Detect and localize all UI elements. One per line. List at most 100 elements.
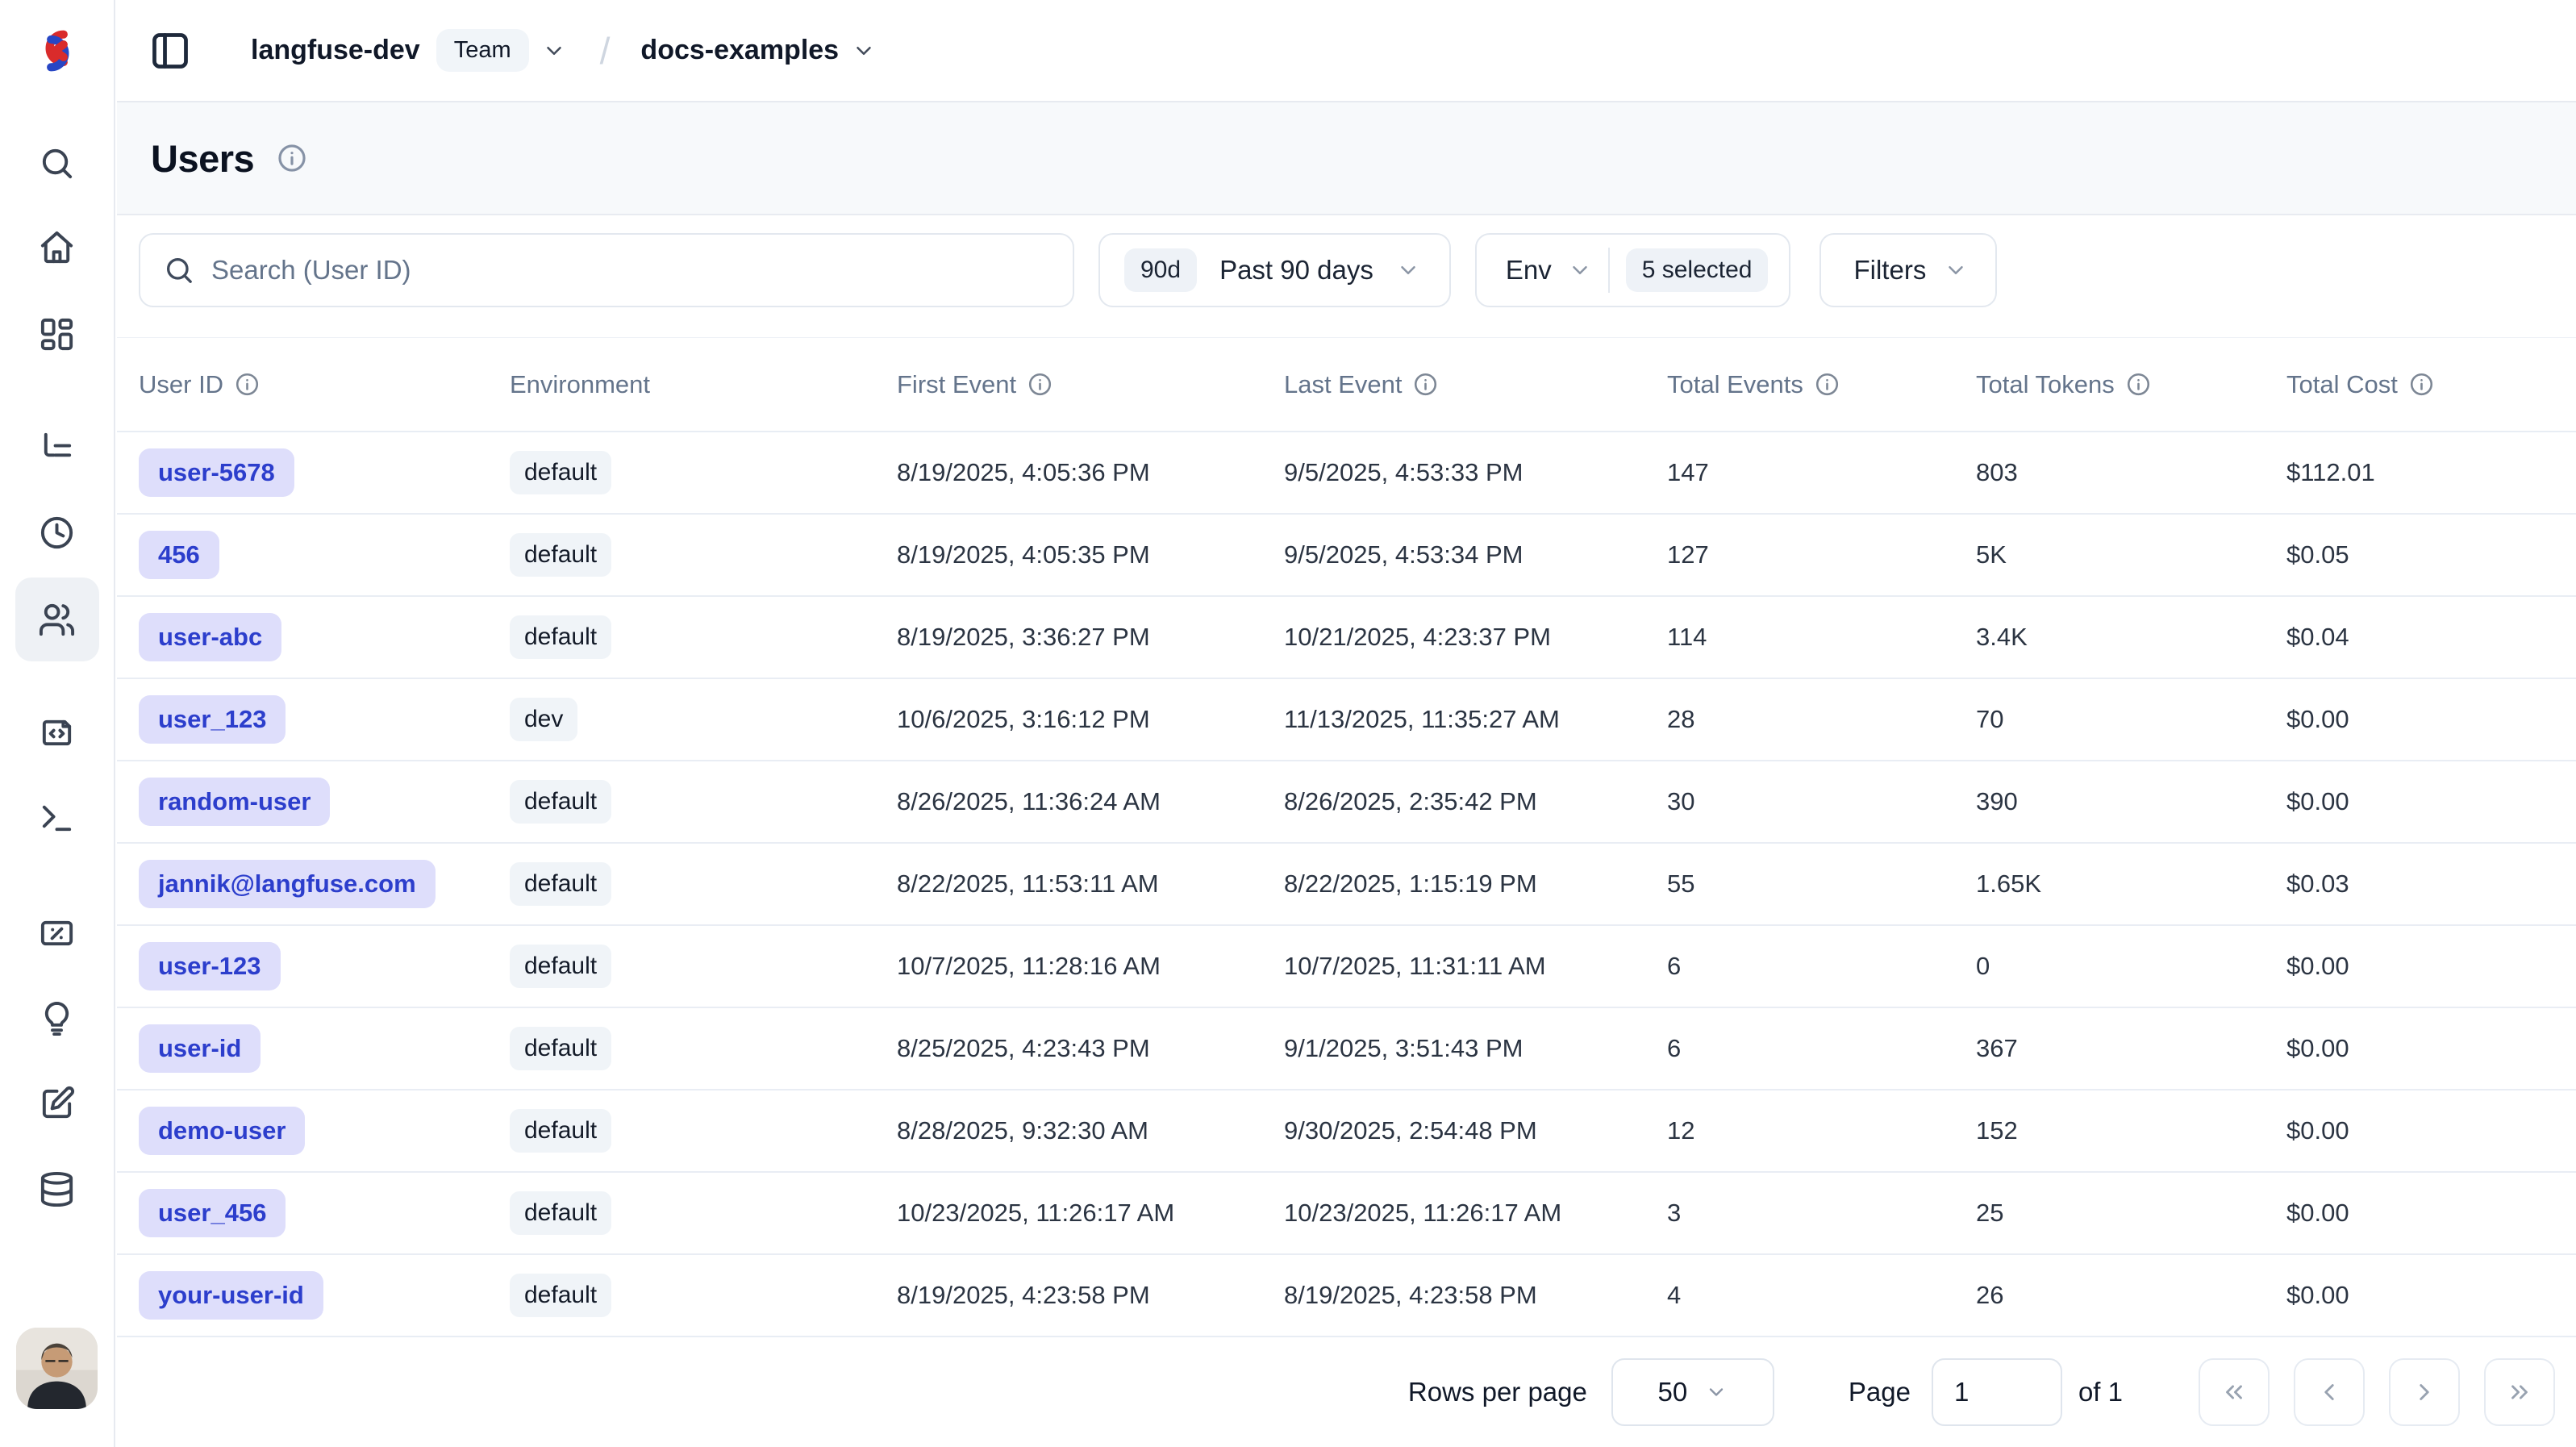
chevron-right-icon	[2411, 1378, 2438, 1406]
user-id-badge[interactable]: user_123	[139, 695, 286, 744]
rows-per-page-select[interactable]: 50	[1611, 1358, 1774, 1426]
user-id-badge[interactable]: your-user-id	[139, 1271, 323, 1320]
chevron-down-icon	[542, 39, 566, 63]
info-icon	[1413, 372, 1438, 397]
sidebar-item-annotation[interactable]	[15, 976, 99, 1060]
sidebar-item-playground[interactable]	[15, 776, 99, 860]
panel-left-icon	[149, 30, 191, 72]
sidebar-toggle-button[interactable]	[149, 28, 194, 73]
first-event-cell: 8/19/2025, 4:05:35 PM	[875, 515, 1262, 595]
environment-cell: default	[488, 761, 875, 842]
sidebar-item-experiments[interactable]	[15, 1061, 99, 1145]
sidebar-item-dashboards[interactable]	[15, 292, 99, 376]
column-header-total-events[interactable]: Total Events	[1645, 338, 1954, 431]
first-event-cell: 10/7/2025, 11:28:16 AM	[875, 926, 1262, 1007]
sidebar-item-datasets[interactable]	[15, 1147, 99, 1231]
first-event-cell: 8/22/2025, 11:53:11 AM	[875, 844, 1262, 924]
sidebar-item-tracing[interactable]	[15, 405, 99, 489]
last-event-cell: 10/23/2025, 11:26:17 AM	[1262, 1173, 1645, 1253]
column-header-first-event[interactable]: First Event	[875, 338, 1262, 431]
search-input[interactable]	[211, 255, 1073, 286]
total-tokens-cell: 152	[1954, 1090, 2265, 1171]
first-event-cell: 8/19/2025, 4:23:58 PM	[875, 1255, 1262, 1336]
total-cost-cell: $0.00	[2265, 761, 2576, 842]
sidebar	[0, 0, 115, 1447]
env-filter-button[interactable]: Env 5 selected	[1475, 233, 1791, 307]
total-cost-cell: $0.00	[2265, 1173, 2576, 1253]
user-id-badge[interactable]: user-id	[139, 1024, 261, 1073]
column-header-total-tokens[interactable]: Total Tokens	[1954, 338, 2265, 431]
user-id-cell: 456	[117, 515, 488, 595]
total-events-cell: 114	[1645, 597, 1954, 678]
user-id-badge[interactable]: user-123	[139, 942, 281, 990]
last-event-cell: 8/22/2025, 1:15:19 PM	[1262, 844, 1645, 924]
column-header-last-event[interactable]: Last Event	[1262, 338, 1645, 431]
breadcrumb-org[interactable]: langfuse-dev Team	[251, 29, 566, 72]
date-range-button[interactable]: 90d Past 90 days	[1098, 233, 1451, 307]
user-id-badge[interactable]: 456	[139, 531, 219, 579]
previous-page-button[interactable]	[2294, 1358, 2365, 1426]
user-id-badge[interactable]: user-5678	[139, 448, 294, 497]
next-page-button[interactable]	[2389, 1358, 2460, 1426]
sidebar-item-prompts[interactable]	[15, 690, 99, 774]
total-events-cell: 12	[1645, 1090, 1954, 1171]
breadcrumb-project[interactable]: docs-examples	[640, 35, 876, 66]
column-header-user-id[interactable]: User ID	[117, 338, 488, 431]
terminal-icon	[38, 799, 76, 837]
total-tokens-cell: 3.4K	[1954, 597, 2265, 678]
sidebar-item-search[interactable]	[15, 121, 99, 205]
sidebar-item-users[interactable]	[15, 578, 99, 661]
table-row[interactable]: user_456 default 10/23/2025, 11:26:17 AM…	[117, 1173, 2576, 1255]
table-row[interactable]: user-id default 8/25/2025, 4:23:43 PM 9/…	[117, 1008, 2576, 1090]
table-row[interactable]: 456 default 8/19/2025, 4:05:35 PM 9/5/20…	[117, 515, 2576, 597]
environment-cell: default	[488, 844, 875, 924]
user-id-badge[interactable]: demo-user	[139, 1107, 305, 1155]
environment-badge: default	[510, 1027, 611, 1070]
table-row[interactable]: jannik@langfuse.com default 8/22/2025, 1…	[117, 844, 2576, 926]
user-avatar[interactable]	[16, 1328, 98, 1409]
divider	[1608, 248, 1610, 293]
env-label: Env	[1506, 255, 1552, 286]
first-page-button[interactable]	[2199, 1358, 2270, 1426]
table-row[interactable]: user-123 default 10/7/2025, 11:28:16 AM …	[117, 926, 2576, 1008]
org-name: langfuse-dev	[251, 35, 420, 66]
last-page-button[interactable]	[2484, 1358, 2555, 1426]
user-id-cell: your-user-id	[117, 1255, 488, 1336]
table-row[interactable]: random-user default 8/26/2025, 11:36:24 …	[117, 761, 2576, 844]
total-cost-cell: $0.00	[2265, 1090, 2576, 1171]
chevron-down-icon	[852, 39, 876, 63]
table-row[interactable]: user_123 dev 10/6/2025, 3:16:12 PM 11/13…	[117, 679, 2576, 761]
user-id-badge[interactable]: user-abc	[139, 613, 281, 661]
environment-badge: default	[510, 1191, 611, 1235]
user-id-badge[interactable]: user_456	[139, 1189, 286, 1237]
sidebar-item-scores[interactable]	[15, 890, 99, 974]
info-icon	[2409, 372, 2434, 397]
user-id-cell: user-5678	[117, 432, 488, 513]
table-body: user-5678 default 8/19/2025, 4:05:36 PM …	[117, 432, 2576, 1337]
table-row[interactable]: user-5678 default 8/19/2025, 4:05:36 PM …	[117, 432, 2576, 515]
total-cost-cell: $0.05	[2265, 515, 2576, 595]
column-label: Environment	[510, 370, 650, 399]
column-label: Last Event	[1284, 370, 1402, 399]
sidebar-item-home[interactable]	[15, 205, 99, 289]
environment-cell: default	[488, 597, 875, 678]
total-tokens-cell: 367	[1954, 1008, 2265, 1089]
search-box[interactable]	[139, 233, 1074, 307]
sidebar-item-sessions[interactable]	[15, 490, 99, 574]
user-id-badge[interactable]: random-user	[139, 778, 330, 826]
chevrons-right-icon	[2506, 1378, 2533, 1406]
users-icon	[38, 601, 76, 639]
total-tokens-cell: 803	[1954, 432, 2265, 513]
total-cost-cell: $0.03	[2265, 844, 2576, 924]
table-row[interactable]: user-abc default 8/19/2025, 3:36:27 PM 1…	[117, 597, 2576, 679]
column-header-environment[interactable]: Environment	[488, 338, 875, 431]
table-row[interactable]: demo-user default 8/28/2025, 9:32:30 AM …	[117, 1090, 2576, 1173]
last-event-cell: 10/7/2025, 11:31:11 AM	[1262, 926, 1645, 1007]
column-header-total-cost[interactable]: Total Cost	[2265, 338, 2576, 431]
rows-per-page-value: 50	[1658, 1377, 1688, 1407]
environment-cell: default	[488, 1173, 875, 1253]
table-row[interactable]: your-user-id default 8/19/2025, 4:23:58 …	[117, 1255, 2576, 1337]
user-id-badge[interactable]: jannik@langfuse.com	[139, 860, 436, 908]
filters-button[interactable]: Filters	[1819, 233, 1997, 307]
page-number-input[interactable]	[1932, 1358, 2062, 1426]
